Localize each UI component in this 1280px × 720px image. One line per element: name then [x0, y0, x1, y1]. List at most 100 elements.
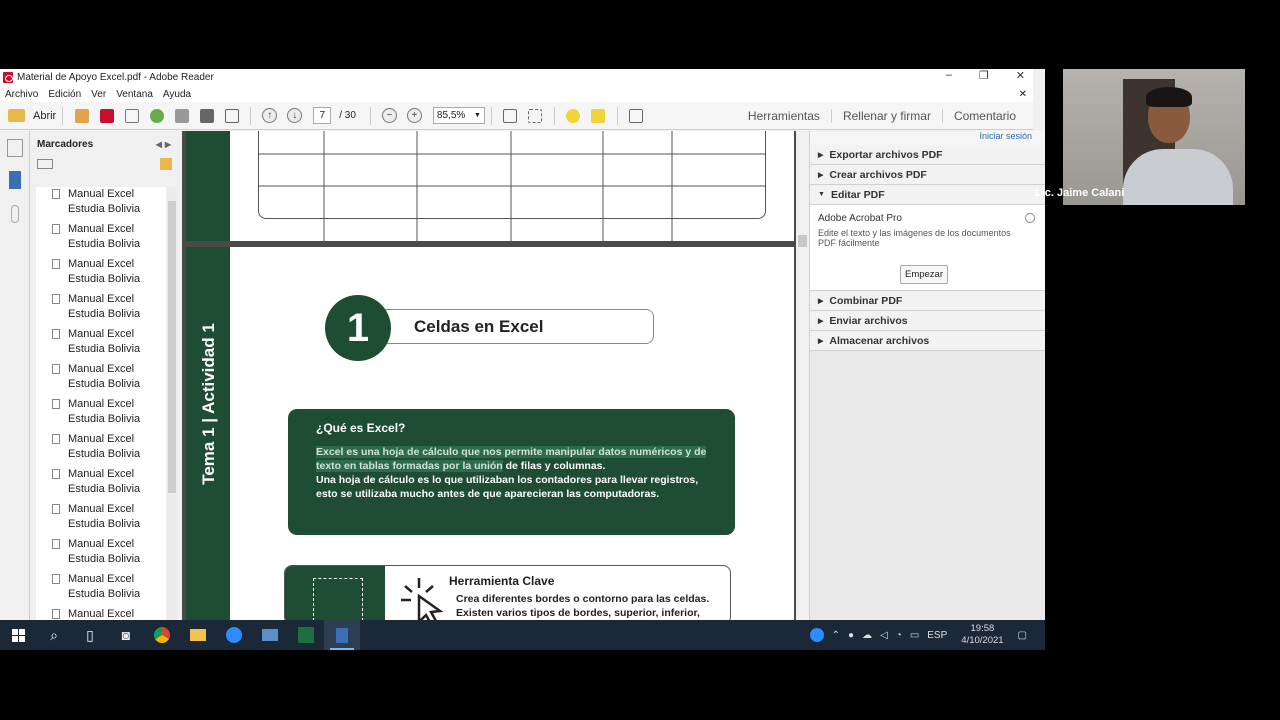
save-icon[interactable] — [172, 106, 191, 125]
zoom-in-button[interactable]: + — [406, 108, 422, 123]
email-icon[interactable] — [222, 106, 241, 125]
bookmark-item[interactable]: Manual Excel Estudia Bolivia — [36, 537, 166, 572]
windows-taskbar: ⌕ ▯ ◙ ⌃ ● ☁ ◁ ◔ ▭ ESP 19:58 4/10/2021 ▢ — [0, 620, 1045, 650]
clock-time: 19:58 — [970, 623, 995, 634]
minimize-button[interactable]: – — [946, 69, 952, 82]
combine-pdf-section[interactable]: ▶ Combinar PDF — [810, 291, 1045, 311]
camera-app-icon[interactable]: ◙ — [108, 620, 144, 650]
new-bookmark-icon[interactable] — [160, 158, 172, 170]
fit-page-icon[interactable] — [501, 106, 520, 125]
language-indicator[interactable]: ESP — [927, 630, 947, 641]
close-button[interactable]: ✕ — [1016, 69, 1025, 82]
bookmark-item[interactable]: Manual Excel Estudia Bolivia — [36, 397, 166, 432]
fill-sign-tab[interactable]: Rellenar y firmar — [830, 109, 942, 123]
sign-in-link[interactable]: Iniciar sesión — [810, 131, 1045, 145]
menu-ver[interactable]: Ver — [86, 89, 111, 100]
bookmark-page-icon — [52, 574, 60, 584]
microphone-icon[interactable]: ● — [848, 630, 854, 641]
collapse-panel-icon[interactable]: ◀▶ — [156, 140, 174, 149]
file-explorer-icon[interactable] — [180, 620, 216, 650]
menu-ayuda[interactable]: Ayuda — [158, 89, 196, 100]
edit-pdf-section[interactable]: ▼ Editar PDF — [810, 185, 1045, 205]
restore-button[interactable]: ❐ — [979, 69, 989, 82]
bookmark-item[interactable]: Manual Excel Estudia Bolivia — [36, 187, 166, 222]
bookmarks-scrollbar[interactable] — [167, 187, 177, 620]
bookmark-item[interactable]: Manual Excel Estudia Bolivia — [36, 572, 166, 607]
export-pdf-section[interactable]: ▶ Exportar archivos PDF — [810, 145, 1045, 165]
clock[interactable]: 19:58 4/10/2021 — [961, 623, 1003, 647]
key-tool-heading: Herramienta Clave — [449, 574, 555, 588]
bookmark-sublabel: Estudia Bolivia — [68, 553, 141, 565]
document-scrollbar[interactable] — [796, 131, 809, 620]
bookmark-label: Manual Excel — [68, 608, 135, 620]
side-title: Tema 1 | Actividad 1 — [199, 323, 218, 485]
next-page-button[interactable]: ↓ — [287, 108, 303, 123]
highlight-icon[interactable] — [589, 106, 608, 125]
expand-triangle-icon: ▶ — [818, 317, 824, 325]
bookmark-item[interactable]: Manual Excel Estudia Bolivia — [36, 327, 166, 362]
create-pdf-icon[interactable] — [72, 106, 91, 125]
windows-start-icon[interactable] — [0, 620, 36, 650]
chevron-up-icon[interactable]: ⌃ — [832, 630, 840, 641]
start-button[interactable]: Empezar — [900, 265, 948, 284]
menu-ventana[interactable]: Ventana — [111, 89, 158, 100]
print-icon[interactable] — [197, 106, 216, 125]
document-close-button[interactable]: ✕ — [1014, 89, 1032, 100]
comment-tab[interactable]: Comentario — [941, 109, 1027, 123]
bookmark-label: Manual Excel — [68, 293, 135, 305]
export-pdf-icon[interactable] — [97, 106, 116, 125]
previous-page-button[interactable]: ↑ — [262, 108, 278, 123]
bookmark-item[interactable]: Manual Excel Estudia Bolivia — [36, 257, 166, 292]
expand-icon[interactable] — [627, 106, 646, 125]
bookmark-page-icon — [52, 469, 60, 479]
tools-panel: Iniciar sesión ▶ Exportar archivos PDF ▶ C… — [809, 131, 1045, 620]
store-files-section[interactable]: ▶ Almacenar archivos — [810, 331, 1045, 351]
edit-pdf-icon[interactable] — [122, 106, 141, 125]
document-view[interactable]: Tema 1 | Actividad 1 Celdas en Excel 1 ¿… — [182, 131, 796, 620]
attachment-icon[interactable] — [11, 205, 19, 223]
bookmark-item[interactable]: Manual Excel Estudia Bolivia — [36, 362, 166, 397]
bookmark-item[interactable]: Manual Excel Estudia Bolivia — [36, 222, 166, 257]
search-icon[interactable]: ⌕ — [36, 620, 72, 650]
send-files-section[interactable]: ▶ Enviar archivos — [810, 311, 1045, 331]
webcam-overlay — [1063, 69, 1245, 205]
cloud-upload-icon[interactable] — [147, 106, 166, 125]
open-button[interactable]: Abrir — [8, 109, 56, 122]
remote-desktop-icon[interactable] — [252, 620, 288, 650]
info-box: ¿Qué es Excel? Excel es una hoja de cálc… — [288, 409, 735, 535]
bookmark-item[interactable]: Manual Excel Estudia Bolivia — [36, 467, 166, 502]
network-icon[interactable]: ◔ — [896, 630, 902, 641]
bookmark-sublabel: Estudia Bolivia — [68, 343, 141, 355]
bookmark-item[interactable]: Manual Excel — [36, 607, 166, 620]
tools-tab[interactable]: Herramientas — [737, 109, 831, 123]
task-view-icon[interactable]: ▯ — [72, 620, 108, 650]
pages-icon[interactable] — [7, 139, 23, 157]
menu-archivo[interactable]: Archivo — [0, 89, 43, 100]
page-number-input[interactable]: 7 — [313, 107, 332, 124]
bookmark-item[interactable]: Manual Excel Estudia Bolivia — [36, 432, 166, 467]
volume-icon[interactable]: ◁ — [880, 630, 888, 641]
key-tool-text: Crea diferentes bordes o contorno para l… — [456, 593, 710, 619]
notification-icon[interactable]: ▢ — [1018, 630, 1027, 641]
page-total: / 30 — [339, 110, 356, 121]
battery-icon[interactable]: ▭ — [910, 630, 919, 641]
bookmark-page-icon — [52, 189, 60, 199]
zoom-select[interactable]: 85,5% ▼ — [432, 107, 485, 124]
zoom-app-icon[interactable] — [216, 620, 252, 650]
comment-icon[interactable] — [564, 106, 583, 125]
zoom-out-button[interactable]: − — [381, 108, 397, 123]
bookmark-item[interactable]: Manual Excel Estudia Bolivia — [36, 502, 166, 537]
system-tray: ⌃ ● ☁ ◁ ◔ ▭ ESP 19:58 4/10/2021 ▢ — [806, 620, 1045, 650]
fit-width-icon[interactable] — [526, 106, 545, 125]
help-icon[interactable] — [809, 628, 824, 642]
bookmark-icon[interactable] — [9, 171, 21, 189]
folder-icon — [8, 109, 25, 122]
bookmark-item[interactable]: Manual Excel Estudia Bolivia — [36, 292, 166, 327]
excel-icon[interactable] — [288, 620, 324, 650]
chrome-icon[interactable] — [144, 620, 180, 650]
menu-edicion[interactable]: Edición — [43, 89, 86, 100]
options-icon[interactable] — [37, 159, 53, 169]
adobe-reader-taskbar-icon[interactable] — [324, 620, 360, 650]
create-pdf-section[interactable]: ▶ Crear archivos PDF — [810, 165, 1045, 185]
cloud-icon[interactable]: ☁ — [862, 630, 872, 641]
